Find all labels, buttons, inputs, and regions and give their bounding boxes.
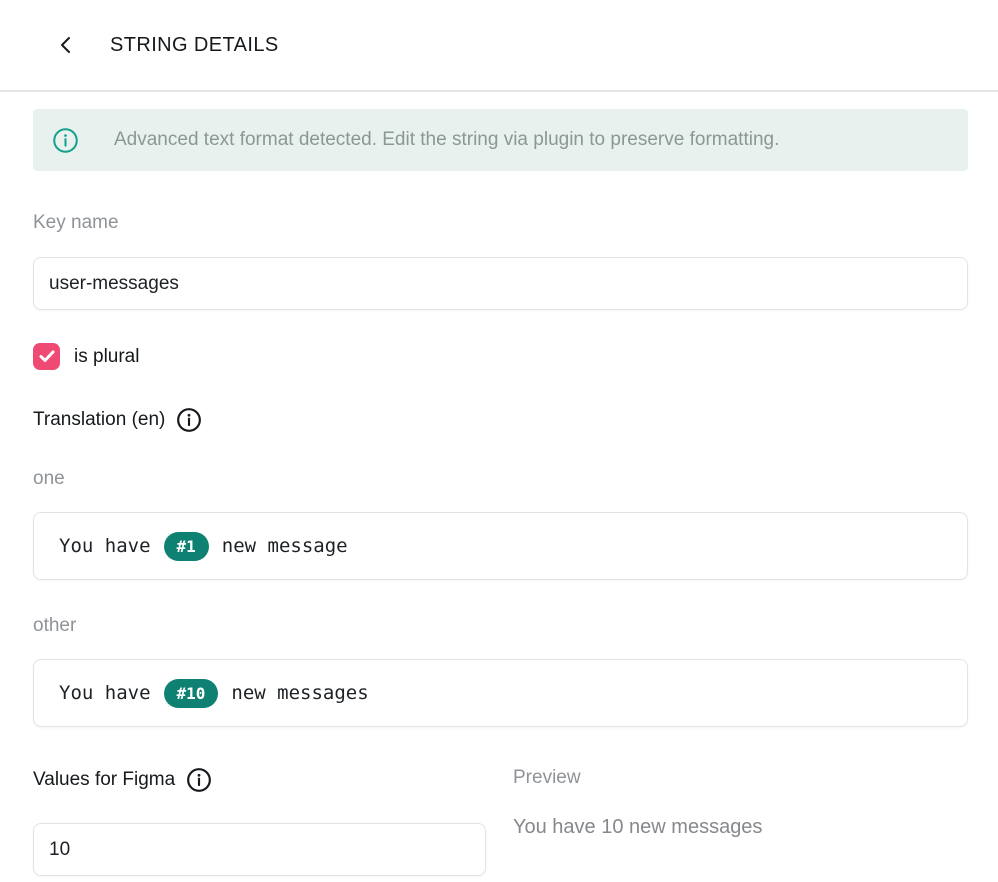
plural-one-label: one [33,468,968,490]
page-title: STRING DETAILS [110,34,279,57]
plural-one-prefix: You have [59,535,151,557]
preview-section: Preview You have 10 new messages [513,767,762,839]
back-button[interactable] [48,27,84,63]
key-name-label: Key name [33,212,968,234]
values-info-icon[interactable] [186,767,212,793]
is-plural-checkbox[interactable] [33,343,60,370]
placeholder-badge[interactable]: #10 [164,679,219,708]
translation-label: Translation (en) [33,409,165,431]
values-label: Values for Figma [33,769,175,791]
values-for-figma-section: Values for Figma [33,767,486,876]
plural-other-field[interactable]: You have #10 new messages [33,659,968,727]
bottom-section: Values for Figma Preview You have 10 new… [33,767,968,876]
placeholder-badge[interactable]: #1 [164,532,209,561]
plural-one-field[interactable]: You have #1 new message [33,512,968,580]
info-icon [52,127,79,154]
is-plural-row[interactable]: is plural [33,343,968,370]
header-bar: STRING DETAILS [0,0,998,92]
checkmark-icon [39,350,55,363]
translation-info-icon[interactable] [176,407,202,433]
values-heading: Values for Figma [33,767,486,793]
values-input[interactable] [33,823,486,876]
main-content: Advanced text format detected. Edit the … [0,109,998,876]
chevron-left-icon [58,35,74,55]
plural-one-suffix: new message [222,535,348,557]
plural-other-suffix: new messages [231,682,368,704]
plural-other-label: other [33,615,968,637]
preview-text: You have 10 new messages [513,816,762,839]
banner-message: Advanced text format detected. Edit the … [114,129,779,151]
plural-other-prefix: You have [59,682,151,704]
preview-label: Preview [513,767,762,789]
info-banner: Advanced text format detected. Edit the … [33,109,968,171]
key-name-input[interactable] [33,257,968,310]
is-plural-label: is plural [74,346,139,368]
translation-heading: Translation (en) [33,407,968,433]
